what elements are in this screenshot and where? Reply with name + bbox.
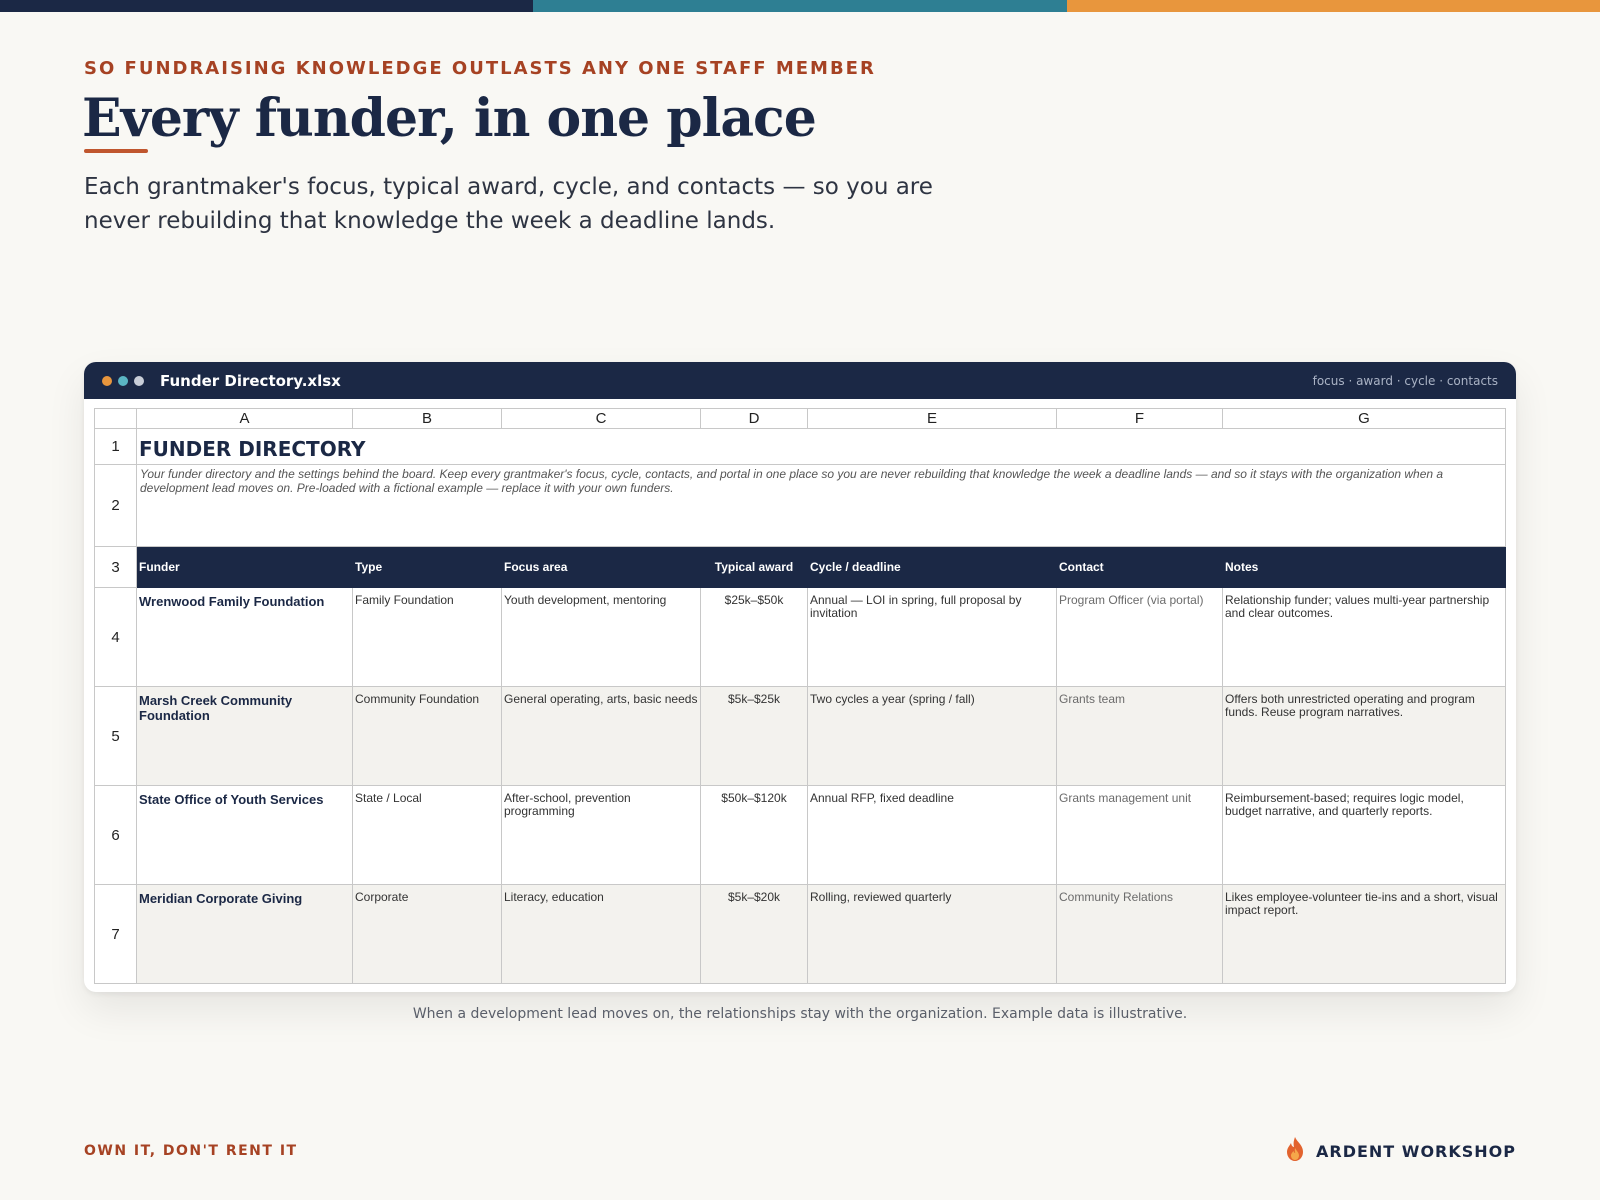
window-dot-teal[interactable] [118, 375, 128, 386]
cell-focus[interactable]: After-school, prevention programming [501, 785, 701, 885]
cell-focus[interactable]: General operating, arts, basic needs [501, 686, 701, 786]
header-cycle-deadline[interactable]: Cycle / deadline [807, 546, 1057, 588]
header-notes[interactable]: Notes [1222, 546, 1506, 588]
row-number-4[interactable]: 4 [94, 587, 137, 687]
cell-focus[interactable]: Youth development, mentoring [501, 587, 701, 687]
cell-contact[interactable]: Grants management unit [1056, 785, 1223, 885]
eyebrow-text: SO FUNDRAISING KNOWLEDGE OUTLASTS ANY ON… [84, 58, 876, 79]
sheet-header-row: 3 Funder Type Focus area Typical award C… [94, 546, 1506, 588]
cell-cycle[interactable]: Rolling, reviewed quarterly [807, 884, 1057, 984]
cell-notes[interactable]: Likes employee-volunteer tie-ins and a s… [1222, 884, 1506, 984]
header-type[interactable]: Type [352, 546, 502, 588]
header-typical-award[interactable]: Typical award [700, 546, 808, 588]
cell-contact[interactable]: Program Officer (via portal) [1056, 587, 1223, 687]
table-row: 4 Wrenwood Family Foundation Family Foun… [94, 587, 1506, 687]
cell-funder[interactable]: Marsh Creek Community Foundation [136, 686, 353, 786]
flame-icon [1284, 1136, 1306, 1167]
header-contact[interactable]: Contact [1056, 546, 1223, 588]
sheet-row-2: 2 Your funder directory and the settings… [94, 464, 1506, 547]
cell-focus[interactable]: Literacy, education [501, 884, 701, 984]
cell-type[interactable]: Community Foundation [352, 686, 502, 786]
row-number-3[interactable]: 3 [94, 546, 137, 588]
cell-award[interactable]: $50k–$120k [700, 785, 808, 885]
cell-type[interactable]: Corporate [352, 884, 502, 984]
cell-notes[interactable]: Offers both unrestricted operating and p… [1222, 686, 1506, 786]
column-header-d[interactable]: D [700, 408, 808, 429]
page-title: Every funder, in one place [82, 88, 817, 149]
window-titlebar: Funder Directory.xlsx focus · award · cy… [84, 362, 1516, 399]
table-row: 5 Marsh Creek Community Foundation Commu… [94, 686, 1506, 786]
cell-award[interactable]: $5k–$20k [700, 884, 808, 984]
cell-contact[interactable]: Grants team [1056, 686, 1223, 786]
sheet-description-cell[interactable]: Your funder directory and the settings b… [136, 464, 1506, 547]
header-focus-area[interactable]: Focus area [501, 546, 701, 588]
sheet-row-1: 1 FUNDER DIRECTORY [94, 428, 1506, 465]
cell-funder[interactable]: Meridian Corporate Giving [136, 884, 353, 984]
cell-award[interactable]: $25k–$50k [700, 587, 808, 687]
lede-text: Each grantmaker's focus, typical award, … [84, 174, 933, 234]
footer-tagline: OWN IT, DON'T RENT IT [84, 1143, 298, 1159]
window-filename: Funder Directory.xlsx [160, 371, 341, 390]
corner-cell[interactable] [94, 408, 137, 429]
top-bar-teal [533, 0, 1067, 12]
column-header-c[interactable]: C [501, 408, 701, 429]
column-header-b[interactable]: B [352, 408, 502, 429]
title-underline [84, 149, 148, 153]
table-row: 7 Meridian Corporate Giving Corporate Li… [94, 884, 1506, 984]
column-header-row: A B C D E F G [94, 408, 1506, 429]
cell-cycle[interactable]: Two cycles a year (spring / fall) [807, 686, 1057, 786]
column-header-a[interactable]: A [136, 408, 353, 429]
table-row: 6 State Office of Youth Services State /… [94, 785, 1506, 885]
row-number-2[interactable]: 2 [94, 464, 137, 547]
cell-cycle[interactable]: Annual — LOI in spring, full proposal by… [807, 587, 1057, 687]
row-number-1[interactable]: 1 [94, 428, 137, 465]
cell-funder[interactable]: State Office of Youth Services [136, 785, 353, 885]
sheet-title-cell[interactable]: FUNDER DIRECTORY [136, 428, 1506, 465]
top-bar-orange [1066, 0, 1600, 12]
column-header-f[interactable]: F [1056, 408, 1223, 429]
cell-award[interactable]: $5k–$25k [700, 686, 808, 786]
header-funder[interactable]: Funder [136, 546, 353, 588]
cell-type[interactable]: Family Foundation [352, 587, 502, 687]
card-caption: When a development lead moves on, the re… [412, 1006, 1188, 1022]
window-dot-gray[interactable] [134, 375, 144, 386]
cell-contact[interactable]: Community Relations [1056, 884, 1223, 984]
brand-name: ARDENT WORKSHOP [1316, 1142, 1516, 1161]
window-tag: focus · award · cycle · contacts [1312, 373, 1498, 388]
column-header-g[interactable]: G [1222, 408, 1506, 429]
top-bar-navy [0, 0, 534, 12]
cell-type[interactable]: State / Local [352, 785, 502, 885]
spreadsheet-window: Funder Directory.xlsx focus · award · cy… [84, 362, 1516, 992]
spreadsheet-grid: A B C D E F G 1 FUNDER DIRECTORY 2 Your … [94, 408, 1506, 984]
top-color-bar [0, 0, 1600, 12]
row-number-7[interactable]: 7 [94, 884, 137, 984]
window-dot-orange[interactable] [102, 375, 112, 386]
column-header-e[interactable]: E [807, 408, 1057, 429]
cell-notes[interactable]: Reimbursement-based; requires logic mode… [1222, 785, 1506, 885]
brand-lockup[interactable]: ARDENT WORKSHOP [1284, 1136, 1516, 1167]
cell-cycle[interactable]: Annual RFP, fixed deadline [807, 785, 1057, 885]
row-number-5[interactable]: 5 [94, 686, 137, 786]
cell-funder[interactable]: Wrenwood Family Foundation [136, 587, 353, 687]
row-number-6[interactable]: 6 [94, 785, 137, 885]
cell-notes[interactable]: Relationship funder; values multi-year p… [1222, 587, 1506, 687]
